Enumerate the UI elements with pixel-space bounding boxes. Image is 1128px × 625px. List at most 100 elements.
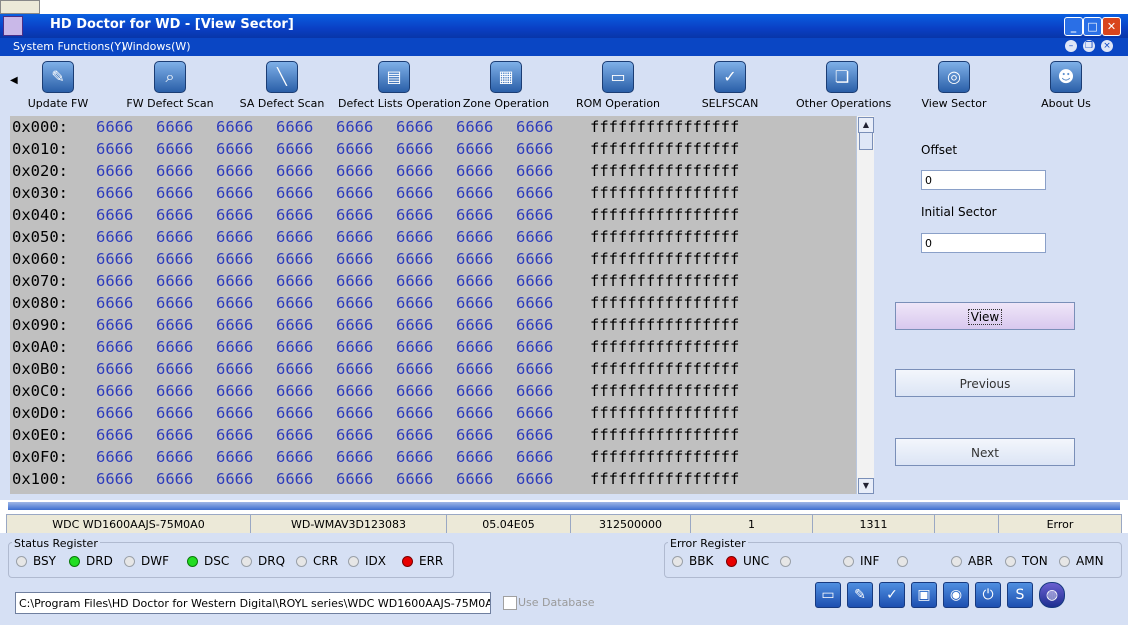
desktop-taskbar-button[interactable] bbox=[0, 0, 40, 14]
hex-word: 6666 bbox=[396, 426, 434, 444]
register-flag-label: DSC bbox=[204, 554, 230, 568]
offset-input[interactable]: 0 bbox=[921, 170, 1046, 190]
toolbar-label: Zone Operation bbox=[462, 97, 550, 110]
register-flag-label: TON bbox=[1022, 554, 1048, 568]
hex-word: 6666 bbox=[396, 294, 434, 312]
computer-icon: ▭ bbox=[602, 61, 634, 93]
toolbar-view-sector[interactable]: ◎ View Sector bbox=[916, 56, 992, 112]
drive-lba: 312500000 bbox=[571, 515, 691, 534]
hex-word: 6666 bbox=[276, 228, 314, 246]
toolbar-label: Other Operations bbox=[796, 97, 892, 110]
menu-system-functions[interactable]: System Functions(Y) bbox=[13, 40, 125, 53]
view-button[interactable]: View bbox=[895, 302, 1075, 330]
register-led bbox=[16, 556, 27, 567]
hex-ascii: ffffffffffffffff bbox=[590, 162, 740, 180]
hex-word: 6666 bbox=[456, 228, 494, 246]
initial-sector-label: Initial Sector bbox=[921, 205, 997, 219]
hex-viewer[interactable]: 0x000: 6666 6666 6666 6666 6666 6666 6666 6666 ff… bbox=[10, 116, 856, 494]
title-bar: HD Doctor for WD - [View Sector] _ □ ✕ bbox=[0, 14, 1128, 38]
scroll-thumb[interactable] bbox=[859, 132, 873, 150]
file-path-field[interactable]: C:\Program Files\HD Doctor for Western D… bbox=[15, 592, 491, 614]
hex-ascii: ffffffffffffffff bbox=[590, 250, 740, 268]
toolbar-update-fw[interactable]: ✎ Update FW bbox=[22, 56, 94, 112]
register-flag-label: BBK bbox=[689, 554, 714, 568]
drive-field-7 bbox=[935, 515, 999, 534]
app-icon[interactable] bbox=[3, 16, 23, 36]
register-led bbox=[897, 556, 908, 567]
toolbar-sa-defect-scan[interactable]: ╲ SA Defect Scan bbox=[238, 56, 326, 112]
hex-word: 6666 bbox=[276, 118, 314, 136]
hex-word: 6666 bbox=[96, 426, 134, 444]
initial-sector-input[interactable]: 0 bbox=[921, 233, 1046, 253]
maximize-icon[interactable]: □ bbox=[1083, 17, 1102, 36]
toolbar-scroll-left-icon[interactable]: ◀ bbox=[10, 75, 18, 86]
hex-row: 0x0A0: 6666 6666 6666 6666 6666 6666 6666 6666 ff… bbox=[12, 336, 739, 358]
register-led bbox=[843, 556, 854, 567]
power-off-icon[interactable]: ⏻ bbox=[975, 582, 1001, 608]
toolbar-zone-operation[interactable]: ▦ Zone Operation bbox=[460, 56, 552, 112]
hex-row: 0x030: 6666 6666 6666 6666 6666 6666 6666 6666 ff… bbox=[12, 182, 739, 204]
toolbar-other-operations[interactable]: ❏ Other Operations bbox=[796, 56, 892, 112]
hex-word: 6666 bbox=[156, 426, 194, 444]
hex-word: 6666 bbox=[96, 118, 134, 136]
menu-windows[interactable]: Windows(W) bbox=[122, 40, 191, 53]
hex-word: 6666 bbox=[156, 382, 194, 400]
mdi-close-icon[interactable]: × bbox=[1101, 40, 1113, 52]
register-led bbox=[672, 556, 683, 567]
register-flag-label: DRD bbox=[86, 554, 113, 568]
edit-icon[interactable]: ✎ bbox=[847, 582, 873, 608]
next-button[interactable]: Next bbox=[895, 438, 1075, 466]
hex-word: 6666 bbox=[396, 206, 434, 224]
hex-row: 0x010: 6666 6666 6666 6666 6666 6666 6666 6666 ff… bbox=[12, 138, 739, 160]
scroll-up-icon[interactable]: ▲ bbox=[858, 117, 874, 133]
hex-word: 6666 bbox=[216, 360, 254, 378]
use-database-checkbox[interactable] bbox=[503, 596, 517, 610]
hex-word: 6666 bbox=[456, 404, 494, 422]
checkmark-icon[interactable]: ✓ bbox=[879, 582, 905, 608]
mdi-restore-icon[interactable]: ❐ bbox=[1083, 40, 1095, 52]
globe-icon[interactable]: ◍ bbox=[1039, 582, 1065, 608]
hex-word: 6666 bbox=[96, 228, 134, 246]
pages-icon: ❏ bbox=[826, 61, 858, 93]
save-icon[interactable]: ▣ bbox=[911, 582, 937, 608]
register-led bbox=[402, 556, 413, 567]
hex-ascii: ffffffffffffffff bbox=[590, 382, 740, 400]
hex-word: 6666 bbox=[336, 404, 374, 422]
minimize-icon[interactable]: _ bbox=[1064, 17, 1083, 36]
toolbar-about-us[interactable]: ☻ About Us bbox=[1034, 56, 1098, 112]
hex-word: 6666 bbox=[96, 294, 134, 312]
hex-word: 6666 bbox=[456, 162, 494, 180]
hex-ascii: ffffffffffffffff bbox=[590, 360, 740, 378]
s-icon[interactable]: S bbox=[1007, 582, 1033, 608]
hex-address: 0x050: bbox=[12, 228, 68, 246]
scroll-down-icon[interactable]: ▼ bbox=[858, 478, 874, 494]
register-led bbox=[1059, 556, 1070, 567]
toolbar-fw-defect-scan[interactable]: ⌕ FW Defect Scan bbox=[122, 56, 218, 112]
hex-word: 6666 bbox=[396, 316, 434, 334]
hex-word: 6666 bbox=[396, 448, 434, 466]
mdi-minimize-icon[interactable]: – bbox=[1065, 40, 1077, 52]
toolbar-selfscan[interactable]: ✓ SELFSCAN bbox=[690, 56, 770, 112]
toolbar-defect-lists-operation[interactable]: ▤ Defect Lists Operation bbox=[338, 56, 461, 112]
hex-address: 0x030: bbox=[12, 184, 68, 202]
hex-address: 0x0B0: bbox=[12, 360, 68, 378]
hex-word: 6666 bbox=[216, 490, 253, 494]
hex-address: 0x070: bbox=[12, 272, 68, 290]
hex-word: 6666 bbox=[216, 228, 254, 246]
hex-word: 6666 bbox=[516, 426, 554, 444]
hex-word: 6666 bbox=[156, 448, 194, 466]
hex-vertical-scrollbar[interactable]: ▲ ▼ bbox=[856, 116, 874, 494]
toolbar-label: View Sector bbox=[921, 97, 987, 110]
power-icon[interactable]: ◉ bbox=[943, 582, 969, 608]
hex-word: 6666 bbox=[456, 294, 494, 312]
hex-word: 6666 bbox=[396, 272, 434, 290]
hex-row: 0x0B0: 6666 6666 6666 6666 6666 6666 6666 6666 ff… bbox=[12, 358, 739, 380]
previous-button[interactable]: Previous bbox=[895, 369, 1075, 397]
toolbar-rom-operation[interactable]: ▭ ROM Operation bbox=[572, 56, 664, 112]
hex-word: 6666 bbox=[276, 250, 314, 268]
hex-row: 0x080: 6666 6666 6666 6666 6666 6666 6666 6666 ff… bbox=[12, 292, 739, 314]
open-folder-icon[interactable]: ▭ bbox=[815, 582, 841, 608]
toolbar-label: About Us bbox=[1041, 97, 1091, 110]
close-icon[interactable]: ✕ bbox=[1102, 17, 1121, 36]
hex-word: 6666 bbox=[516, 470, 554, 488]
